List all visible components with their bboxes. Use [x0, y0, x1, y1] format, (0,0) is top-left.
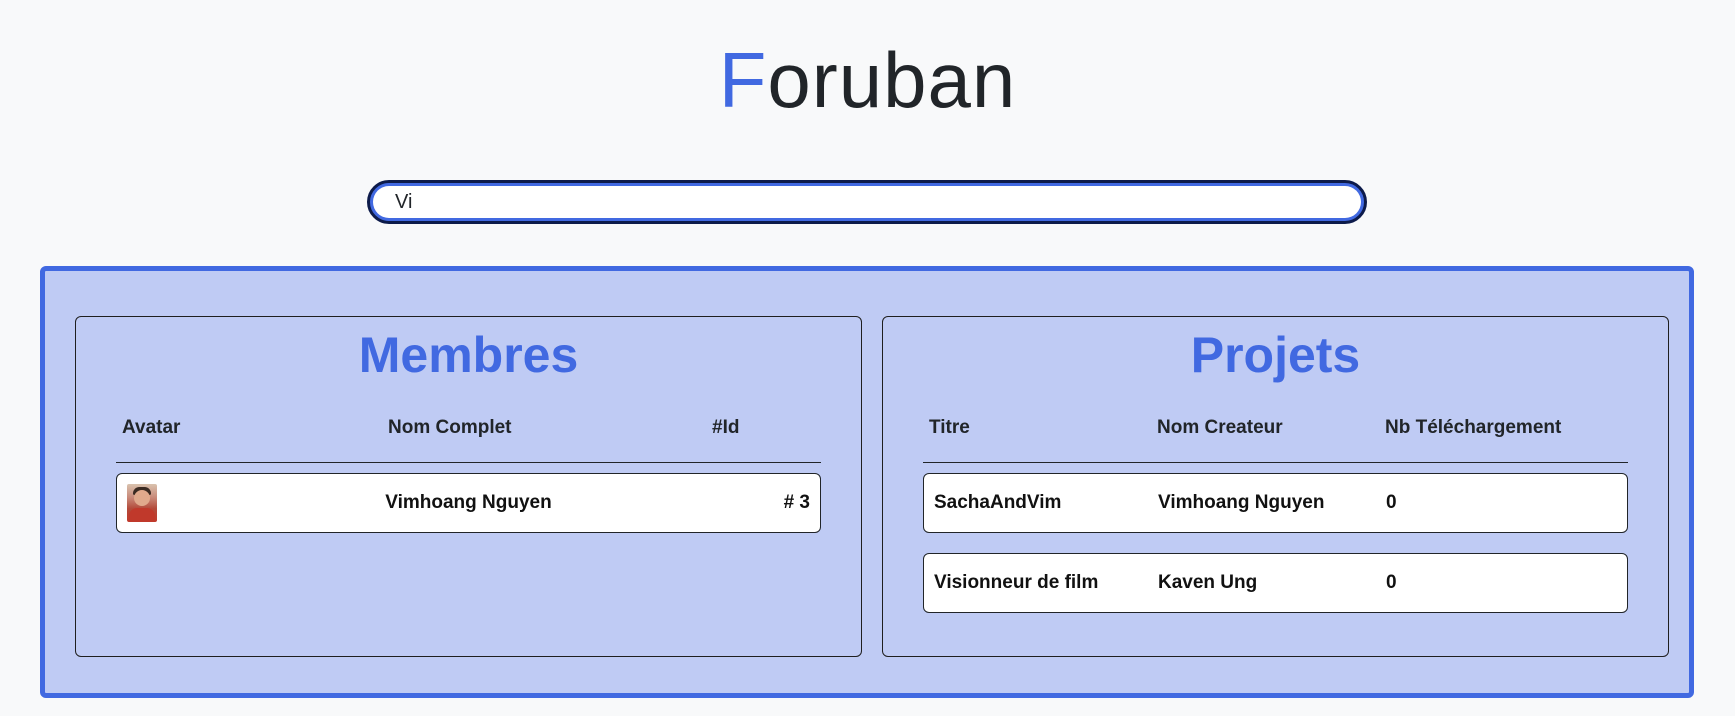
members-panel: Membres Avatar Nom Complet #Id Vimhoang …: [75, 316, 862, 657]
project-row[interactable]: SachaAndVim Vimhoang Nguyen 0: [923, 473, 1628, 533]
project-creator: Vimhoang Nguyen: [1158, 492, 1325, 513]
projects-title: Projets: [1190, 327, 1361, 383]
projects-header-divider: [923, 462, 1628, 463]
projects-col-creator: Nom Createur: [1157, 417, 1283, 438]
app-logo: Foruban: [0, 30, 1735, 130]
members-col-id: #Id: [712, 417, 740, 438]
project-title: Visionneur de film: [934, 572, 1099, 593]
members-col-name: Nom Complet: [388, 417, 512, 438]
project-row[interactable]: Visionneur de film Kaven Ung 0: [923, 553, 1628, 613]
member-id: # 3: [783, 492, 810, 513]
project-downloads: 0: [1386, 492, 1397, 513]
projects-panel: Projets Titre Nom Createur Nb Télécharge…: [882, 316, 1669, 657]
project-title: SachaAndVim: [934, 492, 1062, 513]
search-input[interactable]: [373, 186, 1361, 218]
projects-col-title: Titre: [929, 417, 970, 438]
logo-accent-letter: F: [718, 36, 768, 124]
project-downloads: 0: [1386, 572, 1397, 593]
search-container: [367, 180, 1367, 224]
results-container: Membres Avatar Nom Complet #Id Vimhoang …: [40, 266, 1694, 698]
member-row[interactable]: Vimhoang Nguyen # 3: [116, 473, 821, 533]
projects-col-downloads: Nb Téléchargement: [1385, 417, 1562, 438]
members-header-divider: [116, 462, 821, 463]
members-col-avatar: Avatar: [122, 417, 181, 438]
project-creator: Kaven Ung: [1158, 572, 1258, 593]
members-title: Membres: [358, 327, 579, 383]
member-name: Vimhoang Nguyen: [385, 492, 552, 513]
logo-text: oruban: [767, 36, 1017, 124]
